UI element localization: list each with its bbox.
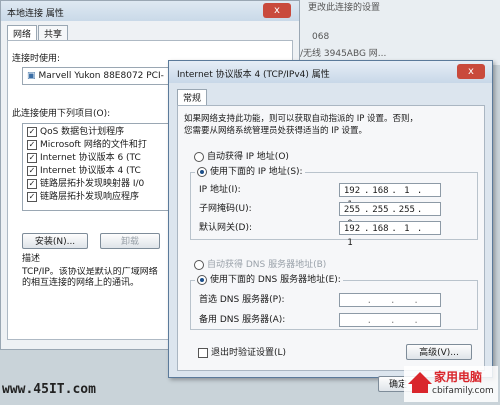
dialog-general-panel: 如果网络支持此功能，则可以获取自动指派的 IP 设置。否则， 您需要从网络系统管… — [177, 105, 485, 371]
intro-line-1: 如果网络支持此功能，则可以获取自动指派的 IP 设置。否则， — [184, 114, 419, 124]
list-item[interactable]: ✓ Microsoft 网络的文件和打 — [27, 139, 147, 151]
auto-dns-radio[interactable] — [194, 259, 204, 270]
description-label: 描述 — [22, 254, 41, 264]
adapter-detail-line: /无线 3945ABG 网... — [300, 49, 387, 59]
dialog-tabs: 常规 — [177, 89, 208, 105]
preferred-dns-label: 首选 DNS 服务器(P): — [199, 295, 285, 305]
tab-general[interactable]: 常规 — [177, 89, 208, 105]
watermark-domain-text: cbifamily.com — [432, 386, 494, 396]
ip-address-label: IP 地址(I): — [199, 185, 241, 195]
validate-on-exit-option[interactable]: 退出时验证设置(L) — [198, 346, 286, 360]
subnet-mask-label: 子网掩码(U): — [199, 204, 252, 214]
install-button[interactable]: 安装(N)... — [22, 233, 88, 249]
watermark-cbifamily: 家用电脑 cbifamily.com — [404, 366, 498, 402]
alternate-dns-label: 备用 DNS 服务器(A): — [199, 315, 286, 325]
item-checkbox[interactable]: ✓ — [27, 191, 37, 202]
manual-ip-radio[interactable] — [197, 166, 207, 177]
tab-sharing[interactable]: 共享 — [38, 25, 69, 41]
intro-line-2: 您需要从网络系统管理员处获得适当的 IP 设置。 — [184, 126, 368, 136]
change-settings-text: 更改此连接的设置 — [308, 3, 381, 13]
default-gateway-label: 默认网关(D): — [199, 223, 252, 233]
connect-using-label: 连接时使用: — [12, 54, 61, 64]
manual-ip-option[interactable]: 使用下面的 IP 地址(S): — [195, 165, 305, 179]
description-text: TCP/IP。该协议是默认的广域网络 的相互连接的网络上的通讯。 — [22, 267, 158, 288]
dns-settings-group: 使用下面的 DNS 服务器地址(E): 首选 DNS 服务器(P): ... 备… — [190, 273, 478, 330]
default-gateway-input[interactable]: 192. 168. 1.1 — [339, 221, 441, 248]
network-connections-panel: 更改此连接的设置 068 /无线 3945ABG 网... — [300, 0, 500, 65]
auto-ip-option[interactable]: 自动获得 IP 地址(O) — [194, 150, 289, 164]
subnet-mask-input[interactable]: 255.255.255.0 — [339, 202, 441, 229]
item-checkbox[interactable]: ✓ — [27, 178, 37, 189]
list-item[interactable]: ✓ Internet 协议版本 6 (TC — [27, 152, 141, 164]
ip-settings-group: 使用下面的 IP 地址(S): IP 地址(I): 192.168.1.1 子网… — [190, 165, 478, 248]
dialog-titlebar: Internet 协议版本 4 (TCP/IPv4) 属性 x — [169, 61, 492, 83]
adapter-name: Marvell Yukon 88E8072 PCI- — [38, 71, 164, 81]
bg-window-titlebar: 本地连接 属性 x — [1, 1, 299, 21]
list-item[interactable]: ✓ QoS 数据包计划程序 — [27, 126, 124, 138]
watermark-45it: www.45IT.com — [2, 382, 96, 397]
advanced-button[interactable]: 高级(V)... — [406, 344, 472, 360]
adapter-detail-line: 068 — [312, 32, 330, 42]
ipv4-properties-dialog: Internet 协议版本 4 (TCP/IPv4) 属性 x 常规 如果网络支… — [168, 60, 493, 378]
items-list: ✓ QoS 数据包计划程序 ✓ Microsoft 网络的文件和打 ✓ Interne… — [22, 123, 174, 211]
items-label: 此连接使用下列项目(O): — [12, 109, 111, 119]
item-checkbox[interactable]: ✓ — [27, 126, 37, 137]
dialog-close-button[interactable]: x — [457, 64, 485, 79]
ip-address-input[interactable]: 192.168.1.1 — [339, 183, 441, 210]
manual-dns-radio[interactable] — [197, 274, 207, 285]
auto-ip-radio[interactable] — [194, 151, 204, 162]
network-adapter-icon: ▣ — [27, 71, 36, 81]
alternate-dns-input[interactable]: ... — [339, 313, 441, 327]
manual-dns-option[interactable]: 使用下面的 DNS 服务器地址(E): — [195, 273, 343, 287]
bg-window-close-button[interactable]: x — [263, 3, 291, 18]
preferred-dns-input[interactable]: ... — [339, 293, 441, 307]
list-item[interactable]: ✓ 链路层拓扑发现响应程序 — [27, 191, 139, 203]
item-checkbox[interactable]: ✓ — [27, 152, 37, 163]
item-checkbox[interactable]: ✓ — [27, 165, 37, 176]
bg-window-title: 本地连接 属性 — [7, 9, 64, 19]
auto-dns-option[interactable]: 自动获得 DNS 服务器地址(B) — [194, 258, 326, 272]
list-item[interactable]: ✓ Internet 协议版本 4 (TC — [27, 165, 141, 177]
bg-window-tabs: 网络 共享 — [7, 25, 69, 41]
dialog-title: Internet 协议版本 4 (TCP/IPv4) 属性 — [177, 70, 330, 80]
list-item[interactable]: ✓ 链路层拓扑发现映射器 I/0 — [27, 178, 144, 190]
validate-checkbox[interactable] — [198, 347, 208, 358]
item-checkbox[interactable]: ✓ — [27, 139, 37, 150]
watermark-brand-text: 家用电脑 — [434, 370, 483, 384]
tab-network[interactable]: 网络 — [7, 25, 38, 41]
uninstall-button[interactable]: 卸载 — [100, 233, 160, 249]
